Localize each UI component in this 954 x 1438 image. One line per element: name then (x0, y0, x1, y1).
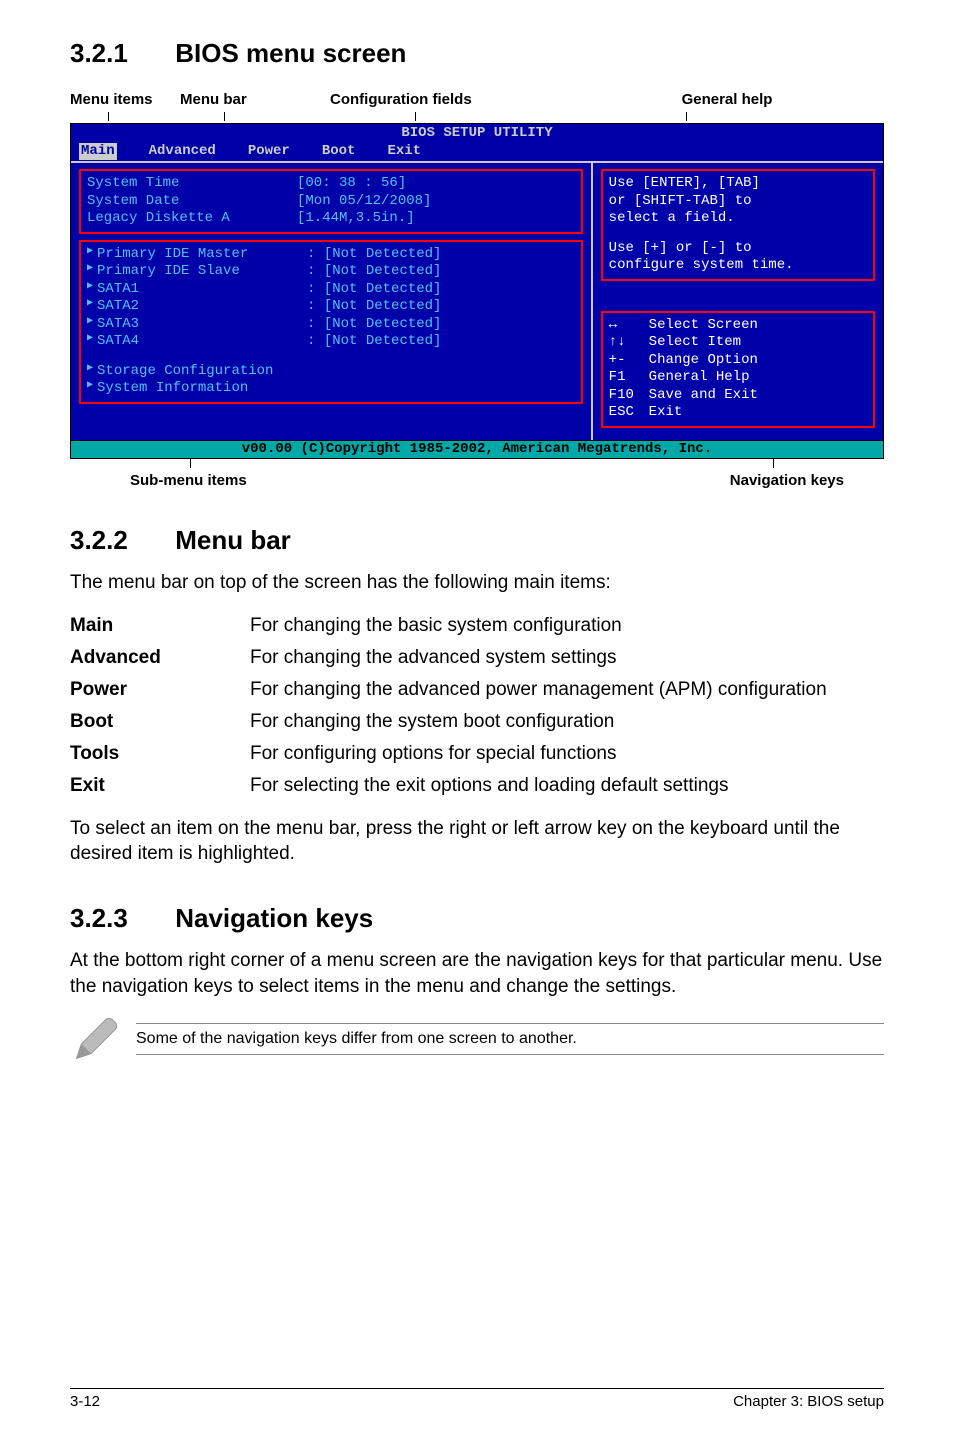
section-title: BIOS menu screen (175, 38, 406, 68)
bios-title: BIOS SETUP UTILITY (71, 124, 883, 143)
bios-tab-boot[interactable]: Boot (322, 143, 356, 161)
section-title-2: Menu bar (175, 525, 291, 555)
bios-menubar: Main Advanced Power Boot Exit (71, 143, 883, 162)
note-block: Some of the navigation keys differ from … (70, 1013, 884, 1065)
section-heading-2: 3.2.2 Menu bar (70, 525, 884, 556)
label-general-help: General help (570, 91, 884, 108)
bios-tab-advanced[interactable]: Advanced (149, 143, 216, 161)
definitions-table: MainFor changing the basic system config… (70, 610, 884, 802)
label-sub-items: Sub-menu items (130, 472, 247, 489)
section-number-2: 3.2.2 (70, 525, 168, 556)
diagram-bottom-labels: Sub-menu items Navigation keys (130, 472, 844, 489)
section-number: 3.2.1 (70, 38, 168, 69)
note-text: Some of the navigation keys differ from … (136, 1023, 884, 1055)
highlight-box-keys: ↔Select Screen ↑↓Select Item +-Change Op… (601, 311, 875, 428)
bios-tab-power[interactable]: Power (248, 143, 290, 161)
bios-body: System Time[00: 38 : 56] System Date[Mon… (71, 161, 883, 440)
section-number-3: 3.2.3 (70, 903, 168, 934)
section-heading: 3.2.1 BIOS menu screen (70, 38, 884, 69)
bios-left-panel: System Time[00: 38 : 56] System Date[Mon… (71, 163, 591, 440)
label-nav-keys: Navigation keys (730, 472, 844, 489)
section-heading-3: 3.2.3 Navigation keys (70, 903, 884, 934)
label-menu-items: Menu items (70, 91, 180, 108)
section-title-3: Navigation keys (175, 903, 373, 933)
page-footer: 3-12 Chapter 3: BIOS setup (70, 1388, 884, 1410)
s3-body: At the bottom right corner of a menu scr… (70, 948, 884, 999)
page-number: 3-12 (70, 1393, 100, 1410)
s2-intro: The menu bar on top of the screen has th… (70, 570, 884, 596)
bios-window: BIOS SETUP UTILITY Main Advanced Power B… (70, 123, 884, 459)
highlight-box-2: Primary IDE Master: [Not Detected] Prima… (79, 240, 583, 404)
chapter-label: Chapter 3: BIOS setup (733, 1393, 884, 1410)
pencil-icon (70, 1013, 122, 1065)
highlight-box-1: System Time[00: 38 : 56] System Date[Mon… (79, 169, 583, 234)
bios-footer: v00.00 (C)Copyright 1985-2002, American … (71, 440, 883, 459)
highlight-box-help: Use [ENTER], [TAB] or [SHIFT-TAB] to sel… (601, 169, 875, 281)
label-config-fields: Configuration fields (330, 91, 570, 108)
bios-tab-exit[interactable]: Exit (387, 143, 421, 161)
diagram-top-labels: Menu items Menu bar Configuration fields… (70, 91, 884, 108)
s2-outro: To select an item on the menu bar, press… (70, 816, 884, 867)
bios-help-panel: Use [ENTER], [TAB] or [SHIFT-TAB] to sel… (591, 163, 883, 440)
diagram-ticks (70, 112, 884, 121)
diagram-bottom-ticks (70, 459, 884, 468)
bios-tab-main[interactable]: Main (79, 143, 117, 161)
label-menu-bar: Menu bar (180, 91, 330, 108)
